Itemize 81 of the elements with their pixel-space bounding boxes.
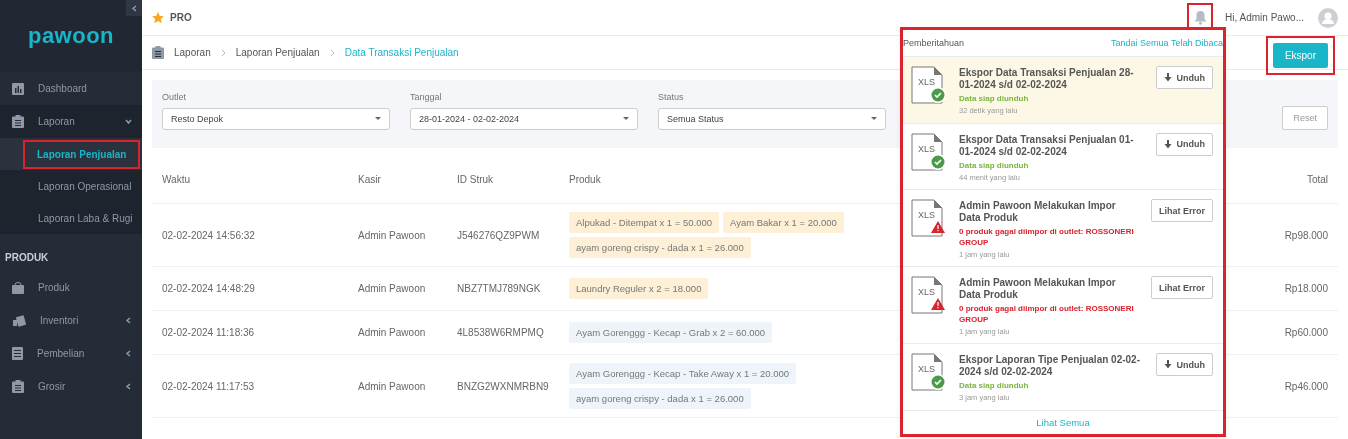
table-cell: Admin Pawoon [358, 380, 426, 392]
boxes-icon [12, 314, 26, 327]
breadcrumb-link[interactable]: Laporan [174, 47, 211, 58]
column-header: Total [1306, 174, 1328, 185]
filter-select[interactable]: Resto Depok [162, 108, 390, 130]
star-icon [152, 11, 164, 24]
column-header: Waktu [162, 174, 190, 185]
filter-select[interactable]: 28-01-2024 - 02-02-2024 [410, 108, 638, 130]
panel-title: Pemberitahuan [903, 38, 965, 48]
caret-icon [130, 4, 138, 12]
sidebar-item[interactable]: Laporan [0, 105, 142, 138]
product-tag: Alpukad - Ditempat x 1 = 50.000 [569, 212, 719, 233]
table-cell: Admin Pawoon [358, 327, 426, 338]
logo: pawoon [27, 23, 115, 49]
table-cell: 02-02-2024 14:56:32 [162, 229, 255, 241]
notification-title: Admin Pawoon Melakukan Impor Data Produk [959, 200, 1117, 225]
table-cell: Rp18.000 [1284, 283, 1328, 294]
user-greeting[interactable]: Hi, Admin Pawo... [1225, 12, 1304, 23]
caret-icon [125, 118, 132, 125]
table-cell: NBZ7TMJ789NGK [457, 283, 541, 294]
dropdown-caret-icon [871, 117, 877, 121]
notification-status: 0 produk gagal diimpor di outlet: ROSSONERI GROUP [959, 303, 1135, 326]
product-tag: ayam goreng crispy - dada x 1 = 26.000 [569, 237, 751, 258]
table-cell: Rp98.000 [1284, 229, 1328, 241]
collapse-sidebar-button[interactable] [126, 0, 142, 16]
download-button[interactable]: Unduh [1155, 353, 1213, 377]
chevron-icon [220, 48, 226, 57]
clipboard-icon [152, 46, 164, 59]
dropdown-caret-icon [375, 117, 381, 121]
clipboard-icon [12, 115, 24, 128]
download-button[interactable]: Unduh [1155, 66, 1213, 89]
clipboard-icon [12, 380, 24, 393]
bell-icon [1193, 10, 1207, 25]
product-tag: Ayam Gorenggg - Kecap - Take Away x 1 = 20.000 [569, 363, 797, 384]
bag-icon [12, 281, 24, 294]
document-icon [12, 347, 23, 360]
table-cell: J546276QZ9PWM [457, 229, 540, 241]
notification-title: Admin Pawoon Melakukan Impor Data Produk [959, 277, 1117, 302]
table-cell: Rp46.000 [1284, 380, 1328, 392]
notification-title: Ekspor Laporan Tipe Penjualan 02-02-2024 s/d 02-02-2024 [959, 354, 1141, 379]
chevron-icon [329, 48, 335, 57]
chart-icon [12, 82, 24, 95]
sidebar-section-heading: PRODUK [4, 251, 50, 265]
notification-title: Ekspor Data Transaksi Penjualan 28-01-2024 s/d 02-02-2024 [959, 67, 1135, 91]
notification-title: Ekspor Data Transaksi Penjualan 01-01-2024 s/d 02-02-2024 [959, 133, 1135, 158]
table-cell: 02-02-2024 11:17:53 [162, 380, 255, 392]
dropdown-caret-icon [623, 117, 629, 121]
filter-select[interactable]: Semua Status [658, 108, 886, 130]
download-button[interactable]: Unduh [1155, 132, 1213, 156]
plan-label: PRO [170, 12, 193, 23]
download-icon [1163, 73, 1172, 82]
table-cell: BNZG2WXNMRBN9 [457, 380, 549, 392]
table-cell: 02-02-2024 11:18:36 [162, 327, 255, 338]
product-tag: ayam goreng crispy - dada x 1 = 26.000 [569, 388, 751, 409]
breadcrumb-link[interactable]: Laporan Penjualan [235, 47, 320, 58]
caret-icon [125, 383, 132, 390]
filter-label: Status [658, 92, 685, 102]
table-cell: 4L8538W6RMPMQ [457, 327, 544, 338]
sidebar-subitem[interactable]: Laporan Penjualan [23, 139, 141, 169]
table-cell: Rp60.000 [1284, 327, 1328, 338]
notification-status: Data siap diunduh [959, 380, 1030, 392]
download-icon [1163, 139, 1172, 149]
notification-status: Data siap diunduh [959, 93, 1030, 104]
column-header: ID Struk [457, 174, 494, 185]
notification-status: Data siap diunduh [959, 159, 1030, 171]
view-error-button[interactable]: Lihat Error [1151, 276, 1213, 300]
column-header: Kasir [358, 174, 381, 185]
caret-icon [125, 350, 132, 357]
product-tag: Ayam Gorenggg - Kecap - Grab x 2 = 60.000 [569, 322, 773, 343]
table-cell: 02-02-2024 14:48:29 [162, 283, 255, 294]
filter-label: Tanggal [410, 92, 443, 102]
table-cell: Admin Pawoon [358, 229, 426, 241]
product-tag: Laundry Reguler x 2 = 18.000 [569, 278, 709, 299]
column-header: Produk [569, 174, 601, 185]
view-error-button[interactable]: Lihat Error [1151, 199, 1213, 223]
filter-label: Outlet [162, 92, 187, 102]
product-tag: Ayam Bakar x 1 = 20.000 [723, 212, 844, 233]
caret-icon [125, 317, 132, 324]
table-cell: Admin Pawoon [358, 283, 426, 294]
notification-status: 0 produk gagal diimpor di outlet: ROSSONERI GROUP [959, 226, 1135, 249]
download-icon [1163, 360, 1172, 370]
